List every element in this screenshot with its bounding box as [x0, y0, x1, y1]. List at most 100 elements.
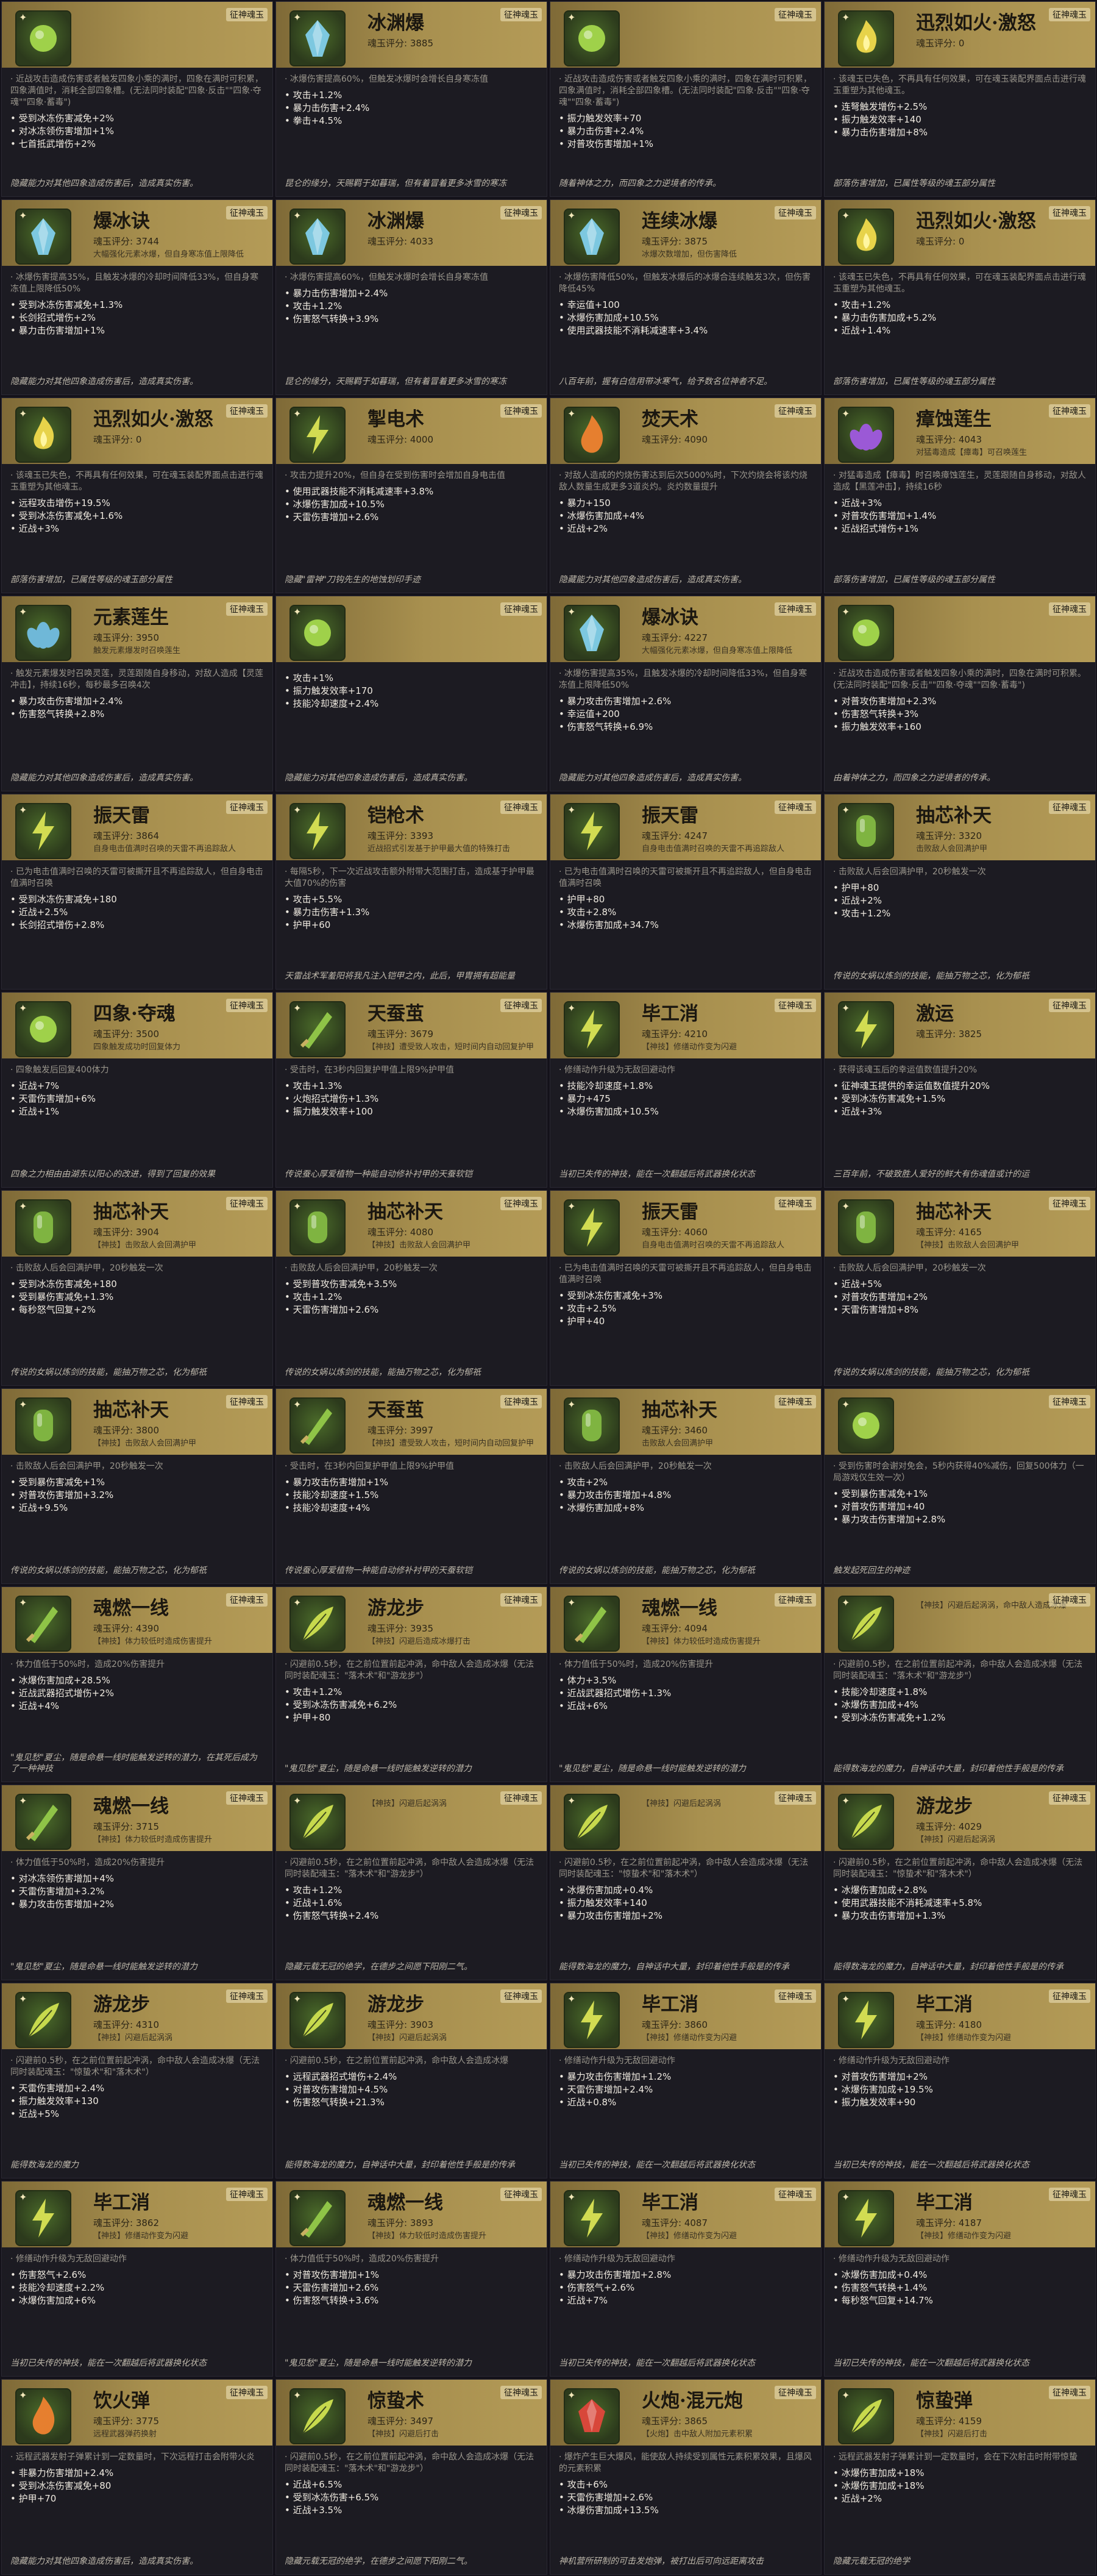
soul-jade-card[interactable]: ✦ 征神魂玉 毕工消 魂玉评分: 4187 【神技】修缮动作变为闪避 · 修缮动…	[824, 2181, 1096, 2377]
soul-jade-card[interactable]: ✦ 征神魂玉 毕工消 魂玉评分: 4210 【神技】修缮动作变为闪避 · 修缮动…	[550, 992, 822, 1188]
stat-line: 冰爆伤害加成+0.4%	[833, 2269, 1087, 2282]
soul-jade-card[interactable]: ✦ 征神魂玉 游龙步 魂玉评分: 4029 【神技】闪避后起涡涡 · 闪避前0.…	[824, 1785, 1096, 1980]
soul-jade-card[interactable]: ✦ 征神魂玉 魂燃一线 魂玉评分: 4094 【神技】体力较低时造成伤害提升 ·…	[550, 1586, 822, 1782]
soul-jade-card[interactable]: ✦ 征神魂玉 · 受到伤害时会谢对免会，5秒内获得40%减伤，回复500体力（一…	[824, 1388, 1096, 1584]
soul-jade-card[interactable]: ✦ 征神魂玉 毕工消 魂玉评分: 4087 【神技】修缮动作变为闪避 · 修缮动…	[550, 2181, 822, 2377]
soul-jade-card[interactable]: ✦ 征神魂玉 焚天术 魂玉评分: 4090 · 对敌人造成的灼烧伤害达到后次50…	[550, 398, 822, 593]
soul-jade-card[interactable]: ✦ 征神魂玉 抽芯补天 魂玉评分: 3460 击败敌人会回满护甲 · 击败敌人后…	[550, 1388, 822, 1584]
flavor-text: 部落伤害增加，已属性等级的魂玉部分属性	[833, 179, 995, 188]
soul-jade-card[interactable]: ✦ 征神魂玉 迅烈如火·激怒 魂玉评分: 0 · 该魂玉已失色，不再具有任何效果…	[824, 199, 1096, 395]
soul-jade-card[interactable]: ✦ 征神魂玉 天蚕茧 魂玉评分: 3997 【神技】遭受致人攻击，短时间内自动回…	[275, 1388, 547, 1584]
soul-jade-card[interactable]: ✦ 征神魂玉 毕工消 魂玉评分: 4180 【神技】修缮动作变为闪避 · 修缮动…	[824, 1983, 1096, 2178]
soul-jade-icon: ✦	[15, 605, 71, 661]
soul-jade-card[interactable]: ✦ 征神魂玉 · 近战攻击造成伤害或者触发四象小乘的满时，四象在满时可积累，四象…	[1, 1, 273, 197]
soul-jade-card[interactable]: ✦ 征神魂玉 抽芯补天 魂玉评分: 3800 【神技】击败敌人会回满护甲 · 击…	[1, 1388, 273, 1584]
category-tag: 征神魂玉	[500, 2188, 542, 2201]
rarity-icon: ✦	[19, 606, 27, 618]
soul-jade-card[interactable]: ✦ 征神魂玉 · 近战攻击造成伤害或者触发四象小乘的满时，四象在满时可积累。(无…	[824, 596, 1096, 791]
gem-icon	[32, 2397, 55, 2435]
card-body: · 获得该魂玉后的幸运值数值提升20% 征神魂玉提供的幸运值数值提升20%受到冰…	[825, 1058, 1095, 1118]
card-header: ✦ 征神魂玉 毕工消 魂玉评分: 3860 【神技】修缮动作变为闪避	[550, 1983, 821, 2049]
card-header: ✦ 征神魂玉 抽芯补天 魂玉评分: 3460 击败敌人会回满护甲	[550, 1389, 821, 1455]
stat-line: 护甲+60	[285, 919, 538, 932]
stat-line: 暴力击伤害加成+5.2%	[833, 312, 1087, 324]
soul-jade-icon: ✦	[289, 2388, 346, 2444]
category-tag: 征神魂玉	[1049, 1395, 1090, 1408]
soul-jade-card[interactable]: ✦ 征神魂玉 四象·夺魂 魂玉评分: 3500 四象触发成功时回复体力 · 四象…	[1, 992, 273, 1188]
soul-jade-card[interactable]: ✦ 征神魂玉 冰渊爆 魂玉评分: 4033 · 冰爆伤害提高60%，但触发冰爆时…	[275, 199, 547, 395]
stat-line: 对普攻伤害增加+2%	[833, 2071, 1087, 2083]
rarity-icon: ✦	[293, 408, 302, 419]
soul-jade-icon: ✦	[564, 605, 620, 661]
soul-jade-card[interactable]: ✦ 征神魂玉 铠枪术 魂玉评分: 3393 近战招式引发基于护甲最大值的特殊打击…	[275, 794, 547, 990]
soul-jade-card[interactable]: ✦ 征神魂玉 瘴蚀莲生 魂玉评分: 4043 对猛毒造成【瘴毒】可召唤莲生 · …	[824, 398, 1096, 593]
soul-jade-card[interactable]: ✦ 征神魂玉 魂燃一线 魂玉评分: 3715 【神技】体力较低时造成伤害提升 ·…	[1, 1785, 273, 1980]
soul-jade-card[interactable]: ✦ 征神魂玉 游龙步 魂玉评分: 4310 【神技】闪避后起涡涡 · 闪避前0.…	[1, 1983, 273, 2178]
soul-jade-card[interactable]: ✦ 征神魂玉 火炮·混元炮 魂玉评分: 3865 【火炮】击中敌人附加元素积累 …	[550, 2379, 822, 2575]
soul-jade-card[interactable]: ✦ 征神魂玉 游龙步 魂玉评分: 3935 【神技】闪避后造成冰爆打击 · 闪避…	[275, 1586, 547, 1782]
flavor-text: 部落伤害增加，已属性等级的魂玉部分属性	[833, 377, 995, 387]
soul-jade-card[interactable]: ✦ 征神魂玉 天蚕茧 魂玉评分: 3679 【神技】遭受致人攻击，短时间内自动回…	[275, 992, 547, 1188]
soul-jade-card[interactable]: ✦ 征神魂玉 激运 魂玉评分: 3825 · 获得该魂玉后的幸运值数值提升20%…	[824, 992, 1096, 1188]
soul-jade-card[interactable]: ✦ 征神魂玉 毕工消 魂玉评分: 3862 【神技】修缮动作变为闪避 · 修缮动…	[1, 2181, 273, 2377]
stat-line: 七首抵武增伤+2%	[10, 138, 264, 151]
effect-description: · 触发元素爆发时召唤灵莲，灵莲跟随自身移动，对敌人造成【灵莲冲击】，持续16秒…	[10, 669, 263, 690]
rarity-icon: ✦	[842, 606, 850, 618]
soul-jade-card[interactable]: ✦ 征神魂玉 · 近战攻击造成伤害或者触发四象小乘的满时，四象在满时可积累，四象…	[550, 1, 822, 197]
stat-line: 冰爆伤害加成+19.5%	[833, 2083, 1087, 2096]
soul-jade-card[interactable]: ✦ 征神魂玉 迅烈如火·激怒 魂玉评分: 0 · 该魂玉已失色，不再具有任何效果…	[1, 398, 273, 593]
stat-line: 对普攻伤害增加+2%	[833, 1291, 1087, 1304]
gem-icon	[34, 1211, 53, 1243]
soul-jade-icon: ✦	[564, 10, 620, 66]
soul-jade-card[interactable]: ✦ 征神魂玉 毕工消 魂玉评分: 3860 【神技】修缮动作变为闪避 · 修缮动…	[550, 1983, 822, 2178]
soul-jade-card[interactable]: ✦ 征神魂玉 爆冰诀 魂玉评分: 4227 大幅强化元素冰爆，但自身寒冻值上限降…	[550, 596, 822, 791]
soul-jade-card[interactable]: ✦ 征神魂玉 惊蛰术 魂玉评分: 3497 【神技】闪避后打击 · 闪避前0.5…	[275, 2379, 547, 2575]
soul-jade-card[interactable]: ✦ 征神魂玉 爆冰诀 魂玉评分: 3744 大幅强化元素冰爆，但自身寒冻值上限降…	[1, 199, 273, 395]
flavor-text: 隐藏能力对其他四象造成伤害后，造成真实伤害。	[285, 773, 472, 783]
card-header: ✦ 征神魂玉 抽芯补天 魂玉评分: 4165 【神技】击败敌人会回满护甲	[825, 1191, 1095, 1257]
soul-jade-card[interactable]: ✦ 征神魂玉 【神技】闪避后起涡涡 · 闪避前0.5秒，在之前位置前起冲涡，命中…	[550, 1785, 822, 1980]
flavor-text: 隐藏能力对其他四象造成伤害后，造成真实伤害。	[10, 377, 198, 387]
card-header: ✦ 征神魂玉	[276, 596, 547, 662]
soul-jade-card[interactable]: ✦ 征神魂玉 游龙步 魂玉评分: 3903 【神技】闪避后起涡涡 · 闪避前0.…	[275, 1983, 547, 2178]
rarity-icon: ✦	[293, 804, 302, 816]
gem-icon	[574, 1607, 606, 1643]
soul-jade-card[interactable]: ✦ 征神魂玉 冰渊爆 魂玉评分: 3885 · 冰爆伤害提高60%，但触发冰爆时…	[275, 1, 547, 197]
soul-jade-card[interactable]: ✦ 征神魂玉 迅烈如火·激怒 魂玉评分: 0 · 该魂玉已失色，不再具有任何效果…	[824, 1, 1096, 197]
stat-line: 攻击+1.2%	[285, 89, 538, 102]
stat-line: 护甲+80	[285, 1711, 538, 1724]
stat-list: 受到冰冻伤害减免+2%对冰冻领伤害增加+1%七首抵武增伤+2%	[10, 112, 264, 151]
soul-jade-card[interactable]: ✦ 征神魂玉 抽芯补天 魂玉评分: 3320 击败敌人会回满护甲 · 击败敌人后…	[824, 794, 1096, 990]
soul-jade-score: 魂玉评分: 0	[916, 236, 965, 247]
soul-jade-card[interactable]: ✦ 征神魂玉 饮火弹 魂玉评分: 3775 远程武器弹药换射 · 远程武器发射子…	[1, 2379, 273, 2575]
soul-jade-card[interactable]: ✦ 征神魂玉 抽芯补天 魂玉评分: 4080 【神技】击败敌人会回满护甲 · 击…	[275, 1190, 547, 1386]
soul-jade-card[interactable]: ✦ 征神魂玉 攻击+1%振力触发效率+170技能冷却速度+2.4% 隐藏能力对其…	[275, 596, 547, 791]
soul-jade-card[interactable]: ✦ 征神魂玉 【神技】闪避后起涡涡，命中敌人造成冰爆 · 闪避前0.5秒，在之前…	[824, 1586, 1096, 1782]
flavor-text: "鬼见愁"夏尘，随是命悬一线时能触发逆转的潜力，在其死后成为了一种神技	[10, 1753, 257, 1774]
soul-jade-card[interactable]: ✦ 征神魂玉 掣电术 魂玉评分: 4000 · 攻击力提升20%，但自身在受到伤…	[275, 398, 547, 593]
soul-jade-card[interactable]: ✦ 征神魂玉 振天雷 魂玉评分: 4247 自身电击值满时召唤的天雷不再追踪敌人…	[550, 794, 822, 990]
stat-line: 冰爆伤害加成+10.5%	[559, 312, 812, 324]
soul-jade-card[interactable]: ✦ 征神魂玉 惊蛰弹 魂玉评分: 4159 【神技】闪避后打击 · 远程武器发射…	[824, 2379, 1096, 2575]
flavor-text: 三百年前，不破致胜人爱好的鲜大有伤魂值或计的运	[833, 1169, 1029, 1179]
stat-list: 使用武器技能不消耗减速率+3.8%冰爆伤害加成+10.5%天雷伤害增加+2.6%	[285, 485, 538, 524]
soul-jade-card[interactable]: ✦ 征神魂玉 振天雷 魂玉评分: 3864 自身电击值满时召唤的天雷不再追踪敌人…	[1, 794, 273, 990]
gem-icon	[300, 1012, 332, 1049]
soul-jade-card[interactable]: ✦ 征神魂玉 魂燃一线 魂玉评分: 4390 【神技】体力较低时造成伤害提升 ·…	[1, 1586, 273, 1782]
soul-jade-card[interactable]: ✦ 征神魂玉 振天雷 魂玉评分: 4060 自身电击值满时召唤的天雷不再追踪敌人…	[550, 1190, 822, 1386]
rarity-icon: ✦	[293, 2389, 302, 2401]
soul-jade-card[interactable]: ✦ 征神魂玉 抽芯补天 魂玉评分: 3904 【神技】击败敌人会回满护甲 · 击…	[1, 1190, 273, 1386]
card-header: ✦ 征神魂玉 抽芯补天 魂玉评分: 3904 【神技】击败敌人会回满护甲	[2, 1191, 272, 1257]
soul-jade-card[interactable]: ✦ 征神魂玉 元素莲生 魂玉评分: 3950 触发元素爆发时召唤莲生 · 触发元…	[1, 596, 273, 791]
stat-line: 近战+2.5%	[10, 906, 264, 919]
flavor-text: 传说的女娲以炼剑的技能，能抽万物之芯，化为郁祇	[559, 1566, 755, 1575]
soul-jade-icon: ✦	[838, 1199, 894, 1255]
soul-jade-card[interactable]: ✦ 征神魂玉 连续冰爆 魂玉评分: 3875 冰爆次数增加，但伤害降低 · 冰爆…	[550, 199, 822, 395]
stat-list: 受到暴伤害减免+1%对普攻伤害增加+3.2%近战+9.5%	[10, 1476, 264, 1515]
soul-jade-card[interactable]: ✦ 征神魂玉 【神技】闪避后起涡涡 · 闪避前0.5秒，在之前位置前起冲涡，命中…	[275, 1785, 547, 1980]
card-body: · 该魂玉已失色，不再具有任何效果，可在魂玉装配界面点击进行魂玉重塑为其他魂玉。…	[825, 266, 1095, 337]
soul-jade-card[interactable]: ✦ 征神魂玉 魂燃一线 魂玉评分: 3893 【神技】体力较低时造成伤害提升 ·…	[275, 2181, 547, 2377]
card-body: · 受到伤害时会谢对免会，5秒内获得40%减伤，回复500体力（一局游戏仅生效一…	[825, 1455, 1095, 1526]
soul-jade-card[interactable]: ✦ 征神魂玉 抽芯补天 魂玉评分: 4165 【神技】击败敌人会回满护甲 · 击…	[824, 1190, 1096, 1386]
soul-jade-icon: ✦	[838, 803, 894, 859]
